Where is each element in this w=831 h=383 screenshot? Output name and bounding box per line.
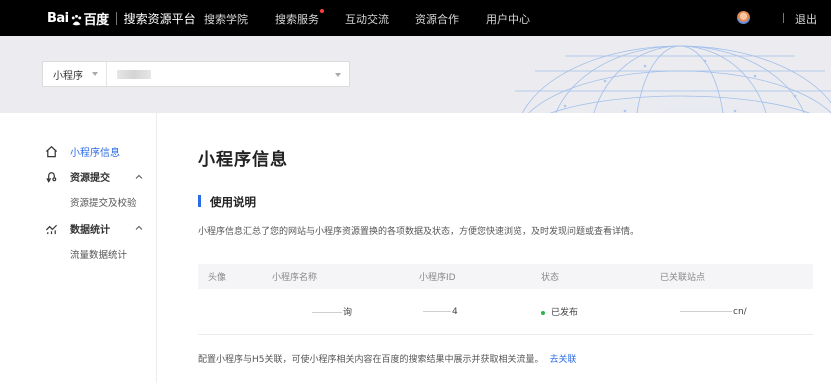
status-dot-icon — [541, 310, 545, 315]
row-name: 询 — [312, 305, 352, 318]
sidebar-item-resource-submit[interactable]: 资源提交 — [44, 169, 110, 184]
row-linked-site[interactable]: cn/ — [680, 307, 747, 317]
chevron-up-icon[interactable] — [135, 224, 143, 232]
sidebar: 小程序信息 资源提交 资源提交及校验 数据统计 流量数据统计 — [0, 113, 157, 383]
page-title: 小程序信息 — [198, 150, 288, 170]
row-site-visible: cn/ — [733, 306, 747, 317]
footer-note-text: 配置小程序与H5关联，可使小程序相关内容在百度的搜索结果中展示并获取相关流量。 — [198, 355, 544, 365]
link-h5-button[interactable]: 去关联 — [550, 355, 577, 365]
logo-text-left: Bai — [47, 10, 69, 26]
chevron-down-icon — [92, 72, 98, 76]
nav-user-center[interactable]: 用户中心 — [486, 11, 530, 27]
selector-value-dropdown[interactable] — [107, 62, 349, 86]
nav-search-service[interactable]: 搜索服务 — [275, 9, 324, 27]
miniprogram-table: 头像 小程序名称 小程序ID 状态 已关联站点 询 4 已发布 cn/ — [198, 264, 813, 335]
globe-decoration-icon — [515, 41, 831, 113]
notification-dot — [320, 9, 324, 13]
section-title: 使用说明 — [210, 195, 256, 209]
chevron-down-icon — [335, 73, 341, 77]
row-id-visible: 4 — [452, 306, 458, 317]
sidebar-subitem-traffic-stats[interactable]: 流量数据统计 — [70, 247, 127, 261]
platform-title: 搜索资源平台 — [123, 11, 196, 26]
baidu-paw-icon — [70, 12, 83, 25]
column-header-linked-site: 已关联站点 — [660, 273, 706, 283]
footer-note: 配置小程序与H5关联，可使小程序相关内容在百度的搜索结果中展示并获取相关流量。去… — [198, 352, 577, 365]
selector-type-dropdown[interactable]: 小程序 — [43, 62, 107, 86]
table-header: 头像 小程序名称 小程序ID 状态 已关联站点 — [198, 264, 813, 289]
row-name-visible: 询 — [343, 308, 353, 318]
redacted-value — [117, 69, 151, 79]
redacted-text — [312, 312, 342, 313]
chevron-up-icon[interactable] — [135, 173, 143, 181]
main-content: 小程序信息 使用说明 小程序信息汇总了您的网站与小程序资源置换的各项数据及状态，… — [158, 113, 831, 383]
sidebar-item-miniprogram-info[interactable]: 小程序信息 — [44, 144, 120, 159]
data-stats-icon — [44, 222, 58, 236]
sidebar-item-label: 资源提交 — [70, 173, 110, 184]
user-avatar[interactable] — [737, 11, 750, 24]
table-row[interactable]: 询 4 已发布 cn/ — [198, 289, 813, 335]
column-header-status: 状态 — [541, 273, 560, 283]
logo-text-right: 百度 — [83, 12, 110, 28]
sidebar-item-label: 数据统计 — [70, 225, 110, 236]
resource-submit-icon — [44, 170, 58, 184]
logo-divider — [115, 11, 117, 25]
nav-search-service-label: 搜索服务 — [275, 13, 319, 26]
sidebar-subitem-resource-submit-verify[interactable]: 资源提交及校验 — [70, 195, 137, 209]
redacted-text — [680, 310, 732, 312]
baidu-logo[interactable]: Bai 百度 搜索资源平台 — [47, 9, 196, 28]
nav-search-academy[interactable]: 搜索学院 — [204, 11, 248, 27]
sidebar-item-label: 小程序信息 — [70, 148, 120, 159]
selector-type-label: 小程序 — [53, 70, 83, 82]
usage-description: 小程序信息汇总了您的网站与小程序资源置换的各项数据及状态，方便您快速浏览，及时发… — [198, 227, 640, 237]
column-header-name: 小程序名称 — [272, 273, 318, 283]
miniprogram-selector: 小程序 — [42, 61, 350, 87]
redacted-text — [423, 310, 451, 312]
nav-interaction[interactable]: 互动交流 — [345, 11, 389, 27]
row-status-label: 已发布 — [551, 308, 579, 318]
row-id: 4 — [423, 307, 458, 317]
nav-resource-cooperation[interactable]: 资源合作 — [415, 11, 459, 27]
column-header-avatar: 头像 — [208, 273, 227, 283]
column-header-id: 小程序ID — [419, 273, 456, 283]
logout-link[interactable]: 退出 — [795, 11, 817, 27]
header-banner: 小程序 — [0, 36, 831, 113]
section-accent-bar — [198, 195, 201, 207]
home-icon — [44, 145, 58, 159]
top-navigation-bar: Bai 百度 搜索资源平台 搜索学院 搜索服务 互动交流 资源合作 用户中心 退… — [0, 0, 831, 36]
row-status: 已发布 — [541, 305, 578, 318]
sidebar-item-data-stats[interactable]: 数据统计 — [44, 221, 110, 236]
topbar-divider — [783, 13, 784, 23]
